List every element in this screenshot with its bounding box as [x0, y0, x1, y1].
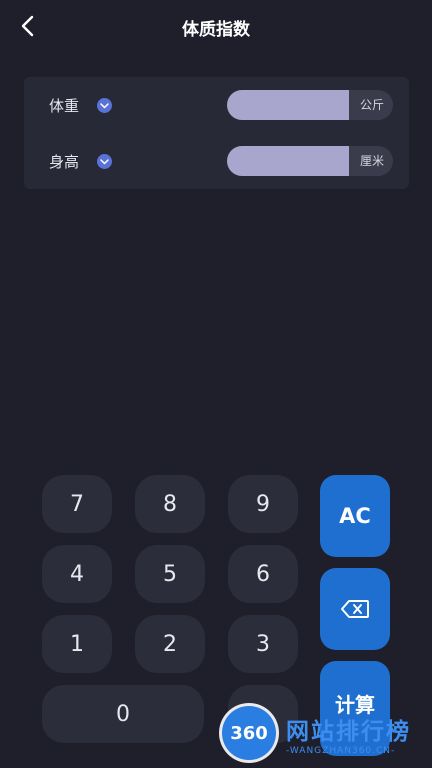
weight-dropdown-chevron-icon[interactable]	[97, 98, 112, 113]
height-unit: 厘米	[359, 154, 384, 168]
key-8[interactable]: 8	[135, 475, 205, 533]
key-4[interactable]: 4	[42, 545, 112, 603]
watermark-site-name: 网站排行榜	[286, 719, 411, 745]
key-9[interactable]: 9	[228, 475, 298, 533]
watermark: 360 网站排行榜 -WANGZHAN360.CN-	[220, 706, 432, 768]
key-3[interactable]: 3	[228, 615, 298, 673]
height-input-group: 厘米	[227, 146, 393, 176]
input-card: 体重 公斤 身高 厘米	[24, 77, 409, 189]
weight-input[interactable]	[227, 90, 349, 120]
key-0[interactable]: 0	[42, 685, 204, 743]
key-5[interactable]: 5	[135, 545, 205, 603]
height-label: 身高	[49, 153, 80, 171]
clear-button[interactable]: AC	[320, 475, 390, 557]
backspace-button[interactable]	[320, 568, 390, 650]
weight-label: 体重	[49, 97, 80, 115]
height-dropdown-chevron-icon[interactable]	[97, 154, 112, 169]
key-2[interactable]: 2	[135, 615, 205, 673]
key-7[interactable]: 7	[42, 475, 112, 533]
page-title: 体质指数	[182, 20, 250, 40]
watermark-logo: 360	[222, 706, 276, 760]
weight-input-group: 公斤	[227, 90, 393, 120]
watermark-domain: -WANGZHAN360.CN-	[286, 746, 396, 756]
height-row: 身高 厘米	[24, 144, 409, 180]
backspace-icon	[341, 600, 369, 618]
weight-row: 体重 公斤	[24, 88, 409, 124]
key-6[interactable]: 6	[228, 545, 298, 603]
weight-unit: 公斤	[359, 98, 384, 112]
key-1[interactable]: 1	[42, 615, 112, 673]
header: 体质指数	[0, 0, 432, 54]
height-input[interactable]	[227, 146, 349, 176]
